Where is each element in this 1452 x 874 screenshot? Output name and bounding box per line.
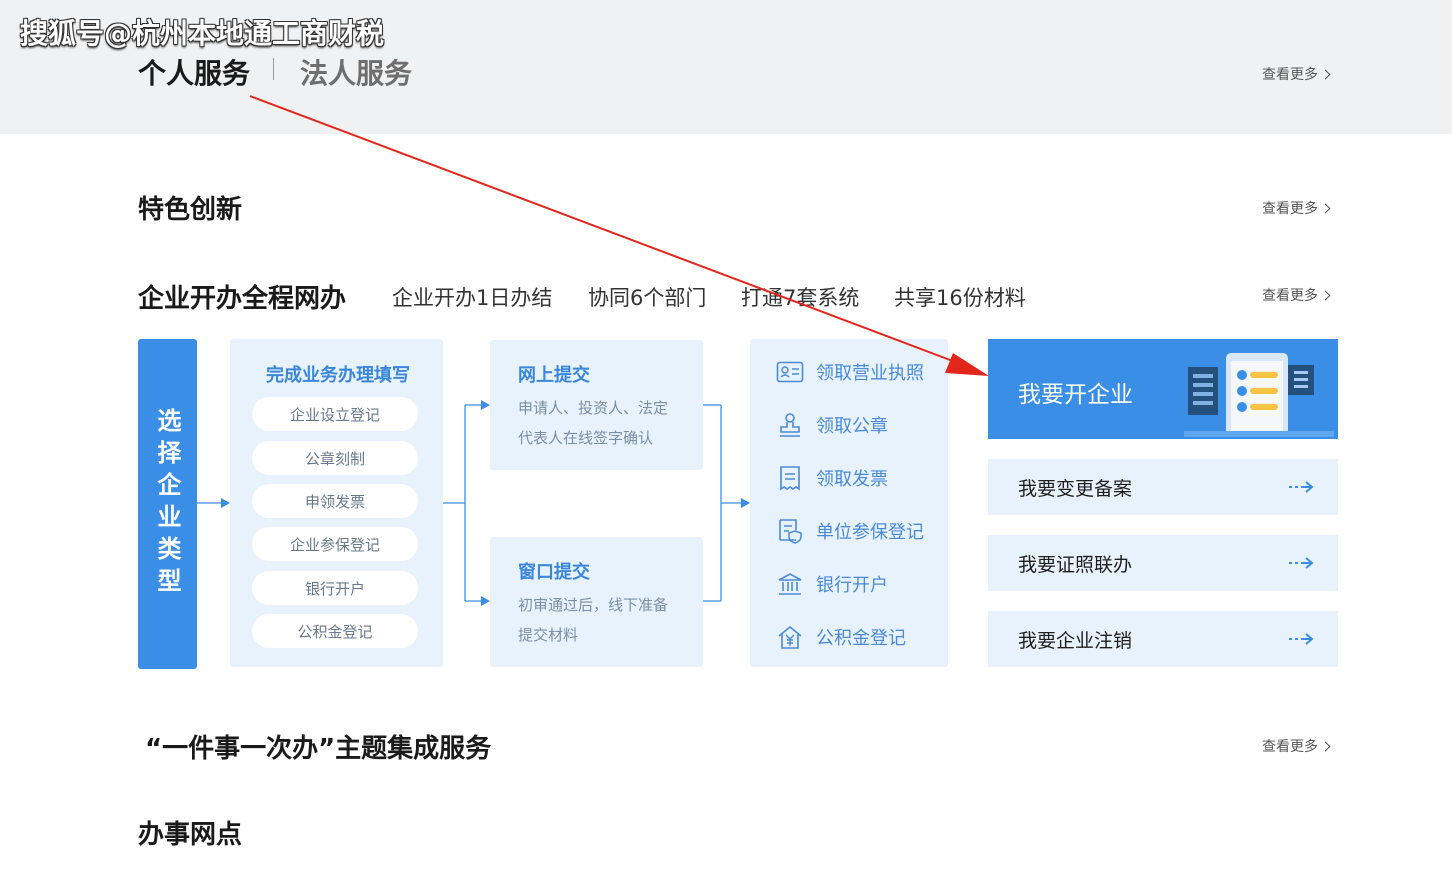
joint-license-label: 我要证照联办	[1018, 553, 1133, 576]
view-more-label: 查看更多	[1262, 739, 1318, 755]
tagline-3: 打通7套系统	[741, 286, 860, 310]
collect-item-label: 领取营业执照	[816, 363, 924, 384]
collect-panel: 领取营业执照 领取公章 领取发票 单位参保登记 银行开户 公积金登记	[750, 339, 948, 667]
chevron-right-icon	[1320, 203, 1331, 213]
view-more-label: 查看更多	[1262, 201, 1318, 217]
chevron-right-icon	[1320, 69, 1331, 79]
chevron-right-icon	[1320, 741, 1331, 751]
collect-item-bank-account[interactable]: 银行开户	[776, 569, 888, 599]
tagline-1: 企业开办1日办结	[392, 286, 553, 310]
tagline-4: 共享16份材料	[894, 286, 1026, 310]
view-more-link-services[interactable]: 查看更多	[1262, 64, 1331, 84]
collect-item-housing-fund[interactable]: 公积金登记	[776, 622, 906, 652]
fund-icon	[776, 623, 804, 651]
online-submit-desc-2: 代表人在线签字确认	[518, 429, 654, 447]
collect-item-label: 银行开户	[816, 575, 888, 596]
arrow-right-icon	[1289, 481, 1314, 493]
tab-divider	[273, 58, 274, 80]
deregistration-label: 我要企业注销	[1018, 629, 1133, 652]
online-submit-desc-1: 申请人、投资人、法定	[518, 399, 669, 417]
window-submit-panel[interactable]: 窗口提交 初审通过后，线下准备 提交材料	[490, 537, 703, 667]
fill-item-bank-account[interactable]: 银行开户	[252, 571, 418, 605]
tab-legal-person-service[interactable]: 法人服务	[300, 52, 412, 92]
phone-illustration-icon	[1184, 353, 1334, 437]
license-icon	[776, 358, 804, 386]
window-submit-title: 窗口提交	[518, 562, 590, 583]
open-enterprise-card[interactable]: 我要开企业	[988, 339, 1338, 439]
view-more-link-featured[interactable]: 查看更多	[1262, 198, 1331, 218]
collect-item-label: 领取发票	[816, 469, 888, 490]
section-title-offices: 办事网点	[138, 820, 243, 850]
collect-item-label: 公积金登记	[816, 628, 906, 649]
change-filing-label: 我要变更备案	[1018, 477, 1133, 500]
section-title-enterprise: 企业开办全程网办	[138, 284, 347, 314]
insurance-icon	[776, 517, 804, 545]
fill-item-social-insurance[interactable]: 企业参保登记	[252, 527, 418, 561]
tab-personal-service[interactable]: 个人服务	[138, 52, 250, 92]
fill-form-title: 完成业务办理填写	[266, 365, 410, 386]
choose-enterprise-type-button[interactable]: 选择企业类型	[138, 339, 197, 669]
fill-item-invoice-application[interactable]: 申领发票	[252, 484, 418, 518]
stamp-icon	[776, 411, 804, 439]
arrow-right-icon	[1289, 633, 1314, 645]
fill-form-panel: 完成业务办理填写 企业设立登记 公章刻制 申领发票 企业参保登记 银行开户 公积…	[230, 339, 443, 667]
section-title-featured: 特色创新	[138, 195, 243, 225]
chevron-right-icon	[1320, 290, 1331, 300]
view-more-label: 查看更多	[1262, 67, 1318, 83]
section-title-one-thing: “一件事一次办”主题集成服务	[145, 734, 492, 764]
fill-item-housing-fund[interactable]: 公积金登记	[252, 614, 418, 648]
online-submit-title: 网上提交	[518, 365, 590, 386]
watermark: 搜狐号@杭州本地通工商财税	[20, 17, 385, 50]
view-more-link-enterprise[interactable]: 查看更多	[1262, 285, 1331, 305]
collect-item-social-insurance[interactable]: 单位参保登记	[776, 516, 924, 546]
joint-license-card[interactable]: 我要证照联办	[988, 535, 1338, 591]
invoice-icon	[776, 464, 804, 492]
collect-item-seal[interactable]: 领取公章	[776, 410, 888, 440]
change-filing-card[interactable]: 我要变更备案	[988, 459, 1338, 515]
deregistration-card[interactable]: 我要企业注销	[988, 611, 1338, 667]
collect-item-invoice[interactable]: 领取发票	[776, 463, 888, 493]
collect-item-label: 领取公章	[816, 416, 888, 437]
open-enterprise-label: 我要开企业	[1018, 382, 1133, 408]
collect-item-label: 单位参保登记	[816, 522, 924, 543]
collect-item-business-license[interactable]: 领取营业执照	[776, 357, 924, 387]
fill-item-company-registration[interactable]: 企业设立登记	[252, 397, 418, 431]
online-submit-panel[interactable]: 网上提交 申请人、投资人、法定 代表人在线签字确认	[490, 340, 703, 470]
window-submit-desc-2: 提交材料	[518, 626, 579, 644]
window-submit-desc-1: 初审通过后，线下准备	[518, 596, 669, 614]
tagline-2: 协同6个部门	[588, 286, 707, 310]
bank-icon	[776, 570, 804, 598]
view-more-link-one-thing[interactable]: 查看更多	[1262, 736, 1331, 756]
view-more-label: 查看更多	[1262, 288, 1318, 304]
arrow-right-icon	[1289, 557, 1314, 569]
fill-item-seal-engraving[interactable]: 公章刻制	[252, 441, 418, 475]
choose-enterprise-type-label: 选择企业类型	[153, 408, 181, 600]
